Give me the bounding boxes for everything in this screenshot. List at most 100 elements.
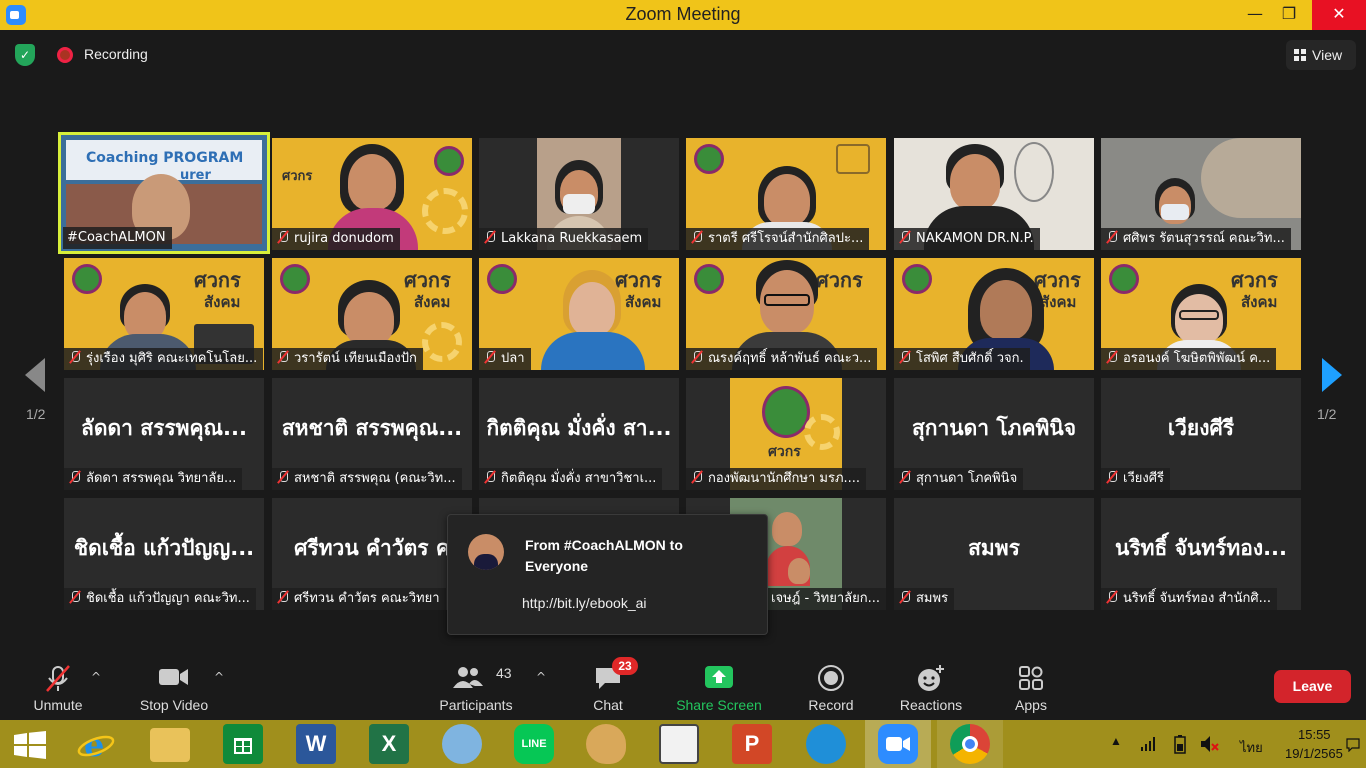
mic-muted-icon: [1105, 350, 1119, 364]
mic-muted-icon: [898, 590, 912, 604]
previous-page-arrow-icon[interactable]: [25, 358, 45, 392]
apps-button[interactable]: Apps: [1004, 652, 1058, 720]
tile-name-label: rujira donudom: [272, 228, 400, 250]
audio-options-caret-icon[interactable]: ^: [91, 670, 101, 684]
video-tile-pla[interactable]: ศวกร สังคม ปลา: [479, 258, 679, 370]
internet-explorer-icon[interactable]: e: [76, 724, 116, 764]
name-tile-somporn[interactable]: สมพร สมพร: [894, 498, 1094, 610]
lisrel-icon[interactable]: [659, 724, 699, 764]
microsoft-store-icon[interactable]: [223, 724, 263, 764]
chat-unread-badge: 23: [612, 657, 638, 675]
participants-count: 43: [496, 665, 512, 681]
share-screen-button[interactable]: Share Screen: [668, 652, 770, 720]
video-tile-ratree[interactable]: ราตรี ศรีโรจน์สำนักศิลปะ...: [686, 138, 886, 250]
mic-muted-icon: [690, 230, 704, 244]
powerpoint-icon[interactable]: P: [732, 724, 772, 764]
close-button[interactable]: ✕: [1312, 0, 1366, 30]
participant-face: [980, 280, 1032, 340]
video-tile-sasiporn[interactable]: ศศิพร รัตนสุวรรณ์ คณะวิท...: [1101, 138, 1301, 250]
apps-label: Apps: [1015, 697, 1047, 713]
view-button[interactable]: View: [1286, 40, 1356, 70]
grid-icon: [1294, 49, 1306, 61]
banner-heading: ศวกร: [615, 268, 662, 292]
child-face: [788, 558, 810, 584]
stop-video-button[interactable]: Stop Video: [132, 652, 216, 720]
chat-label: Chat: [593, 697, 623, 713]
tray-show-hidden-icon[interactable]: ▲: [1110, 734, 1122, 748]
name-tile-wiangsri[interactable]: เวียงศีรี เวียงศีรี: [1101, 378, 1301, 490]
university-seal-icon: [694, 144, 724, 174]
sender-avatar: [468, 534, 504, 570]
video-options-caret-icon[interactable]: ^: [214, 670, 224, 684]
word-icon[interactable]: W: [296, 724, 336, 764]
recording-label[interactable]: Recording: [84, 46, 148, 62]
chat-button[interactable]: 23 Chat: [580, 652, 638, 720]
clock-time[interactable]: 15:55: [1298, 727, 1331, 742]
line-app-icon[interactable]: LINE: [514, 724, 554, 764]
video-tile-sopit[interactable]: ศวกร สังคม โสพิศ สืบศักดิ์ วจก.: [894, 258, 1094, 370]
file-explorer-icon[interactable]: [150, 728, 190, 762]
tile-name-label: ลัดดา สรรพคุณ วิทยาลัย...: [64, 468, 243, 490]
reactions-smiley-icon: [918, 665, 944, 691]
video-tile-nakamon[interactable]: NAKAMON DR.N.P.: [894, 138, 1094, 250]
video-tile-rujira[interactable]: ศวกร rujira donudom: [272, 138, 472, 250]
video-tile-coachalmon[interactable]: Coaching PROGRAM urer #CoachALMON: [58, 132, 270, 254]
name-tile-sritwan[interactable]: ศรีทวน คำวัตร ค ศรีทวน คำวัตร คณะวิทยา: [272, 498, 472, 610]
banner-heading: ศวกร: [1231, 268, 1278, 292]
chat-message-link[interactable]: http://bit.ly/ebook_ai: [522, 595, 647, 611]
next-page-arrow-icon[interactable]: [1322, 358, 1342, 392]
name-tile-chidchuea[interactable]: ชิดเชื้อ แก้วปัญญ... ชิดเชื้อ แก้วปัญญา …: [64, 498, 264, 610]
clock-date[interactable]: 19/1/2565: [1285, 746, 1343, 761]
participant-face: [348, 154, 396, 210]
video-tile-lakkana[interactable]: Lakkana Ruekkasaem: [479, 138, 679, 250]
record-button[interactable]: Record: [800, 652, 862, 720]
participants-options-caret-icon[interactable]: ^: [536, 670, 546, 684]
notifications-icon[interactable]: [1346, 738, 1360, 752]
banner-heading: ศวกร: [768, 444, 801, 460]
reactions-button[interactable]: Reactions: [894, 652, 968, 720]
wall-decoration: [1014, 142, 1054, 202]
tile-big-name: กิตติคุณ มั่งคั่ง สา...: [486, 416, 672, 440]
leave-button[interactable]: Leave: [1274, 670, 1351, 703]
recording-icon[interactable]: [57, 47, 73, 63]
face-mask: [563, 194, 595, 214]
network-signal-icon[interactable]: [1140, 736, 1156, 752]
name-tile-ladda[interactable]: ลัดดา สรรพคุณ... ลัดดา สรรพคุณ วิทยาลัย.…: [64, 378, 264, 490]
excel-icon[interactable]: X: [369, 724, 409, 764]
unmute-button[interactable]: Unmute: [22, 652, 94, 720]
paint-icon[interactable]: [586, 724, 626, 764]
tile-big-name: สมพร: [968, 536, 1020, 560]
math-input-icon[interactable]: [442, 724, 482, 764]
tile-name-label: ชิดเชื้อ แก้วปัญญา คณะวิท...: [64, 588, 256, 610]
share-screen-label: Share Screen: [676, 697, 762, 713]
video-tile-oranong[interactable]: ศวกร สังคม อรอนงค์ โฆษิตพิพัฒน์ ค...: [1101, 258, 1301, 370]
name-tile-sukanda[interactable]: สุกานดา โภคพินิจ สุกานดา โภคพินิจ: [894, 378, 1094, 490]
battery-icon[interactable]: [1172, 734, 1188, 754]
edge-browser-icon[interactable]: [806, 724, 846, 764]
participant-shirt: [541, 332, 645, 370]
chat-notification-popup[interactable]: From #CoachALMON to Everyone http://bit.…: [447, 514, 768, 635]
zoom-taskbar-icon[interactable]: [878, 724, 918, 764]
input-language-indicator[interactable]: ไทย: [1240, 737, 1263, 758]
video-tile-student-affairs[interactable]: ศวกร กองพัฒนานักศึกษา มรภ....: [686, 378, 886, 490]
mic-muted-icon: [276, 470, 290, 484]
speaker-muted-icon[interactable]: [1200, 735, 1220, 753]
tile-name-label: NAKAMON DR.N.P.: [894, 228, 1040, 250]
chrome-browser-icon[interactable]: [950, 724, 990, 764]
name-tile-kittikhun[interactable]: กิตติคุณ มั่งคั่ง สา... กิตติคุณ มั่งคั่…: [479, 378, 679, 490]
video-tile-rungrueang[interactable]: ศวกร สังคม รุ่งเรือง มุศิริ คณะเทคโนโลย.…: [64, 258, 264, 370]
video-tile-narongrit[interactable]: ศวกร ณรงค์ฤทธิ์ หล้าพันธ์ คณะว...: [686, 258, 886, 370]
mic-muted-icon: [1105, 590, 1119, 604]
participants-button[interactable]: 43 Participants: [432, 652, 520, 720]
participant-face: [764, 174, 810, 226]
mic-muted-icon: [483, 470, 497, 484]
security-shield-icon[interactable]: ✓: [15, 44, 35, 66]
view-label: View: [1312, 47, 1343, 63]
video-tile-wararat[interactable]: ศวกร สังคม วรารัตน์ เทียนเมืองปัก: [272, 258, 472, 370]
name-tile-narit[interactable]: นริทธิ์ จันทร์ทอง... นริทธิ์ จันทร์ทอง ส…: [1101, 498, 1301, 610]
page-indicator-right: 1/2: [1317, 406, 1337, 422]
name-tile-sahachat[interactable]: สหชาติ สรรพคุณ... สหชาติ สรรพคุณ (คณะวิท…: [272, 378, 472, 490]
windows-start-icon[interactable]: [14, 731, 46, 759]
maximize-button[interactable]: ❐: [1267, 0, 1311, 30]
university-seal-icon: [280, 264, 310, 294]
